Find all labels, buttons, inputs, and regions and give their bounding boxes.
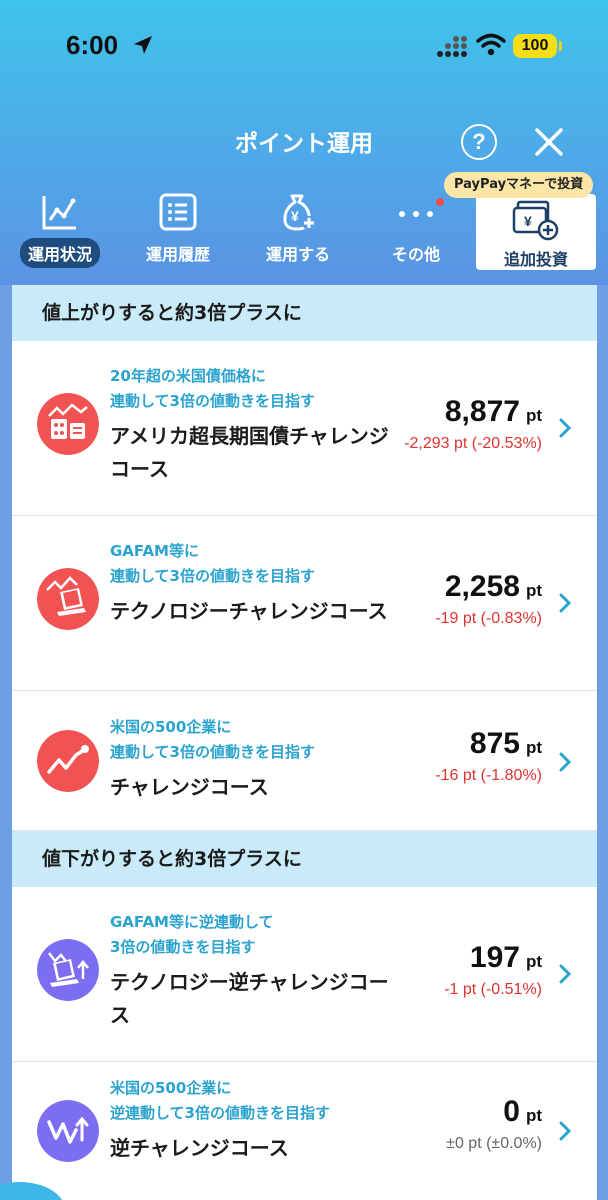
course-card-technology[interactable]: GAFAM等に 連動して3倍の値動きを目指す テクノロジーチャレンジコース 2,…: [12, 516, 597, 691]
course-desc: GAFAM等に逆連動して 3倍の値動きを目指す: [110, 913, 274, 956]
location-arrow-icon: [134, 36, 152, 54]
tab-other[interactable]: その他: [366, 192, 466, 272]
course-change: -19 pt (-0.83%): [435, 610, 542, 627]
content-panel: 値上がりすると約3倍プラスに 20年超の米国債価格に 連動して3倍の値動きを目指…: [12, 285, 597, 1200]
trend-up-icon: [37, 730, 99, 792]
course-points: 0 pt: [503, 1095, 542, 1128]
course-points: 197 pt: [469, 941, 542, 974]
battery-tip: [559, 41, 562, 51]
close-icon[interactable]: [534, 127, 564, 157]
course-points: 2,258 pt: [444, 570, 542, 603]
help-button[interactable]: ?: [461, 124, 497, 160]
course-desc: GAFAM等に 連動して3倍の値動きを目指す: [110, 542, 315, 585]
tab-invest-label: 運用する: [265, 245, 330, 264]
course-name: 逆チャレンジコース: [110, 1136, 289, 1160]
tab-status[interactable]: 運用状況: [10, 192, 110, 272]
chevron-right-icon: [559, 752, 572, 772]
tab-invest[interactable]: ¥ 運用する: [248, 192, 348, 272]
wallet-plus-icon: ¥: [512, 200, 559, 241]
course-name: チャレンジコース: [110, 775, 269, 799]
course-card-technology-reverse[interactable]: GAFAM等に逆連動して 3倍の値動きを目指す テクノロジー逆チャレンジコース …: [12, 887, 597, 1062]
page-title: ポイント運用: [235, 131, 373, 157]
treasury-building-icon: [37, 393, 99, 455]
tab-history[interactable]: 運用履歴: [128, 192, 228, 272]
chevron-right-icon: [559, 418, 572, 438]
tab-status-label: 運用状況: [19, 238, 100, 268]
course-change: -2,293 pt (-20.53%): [404, 435, 542, 452]
add-invest-button[interactable]: ¥ 追加投資: [476, 194, 596, 270]
chevron-right-icon: [559, 593, 572, 613]
course-name: テクノロジーチャレンジコース: [110, 599, 388, 623]
course-change: -16 pt (-1.80%): [435, 767, 542, 784]
notification-dot: [436, 198, 444, 206]
laptop-reverse-icon: [37, 939, 99, 1001]
course-name: アメリカ超長期国債チャレンジコース: [110, 424, 389, 481]
course-desc: 米国の500企業に 連動して3倍の値動きを目指す: [110, 718, 315, 761]
wifi-icon: [476, 33, 506, 56]
status-bar: 6:00 100: [0, 0, 608, 90]
course-points: 8,877 pt: [444, 395, 542, 428]
course-card-us-treasury[interactable]: 20年超の米国債価格に 連動して3倍の値動きを目指す アメリカ超長期国債チャレン…: [12, 341, 597, 516]
trend-reverse-icon: [37, 1100, 99, 1162]
laptop-chart-icon: [37, 568, 99, 630]
svg-text:¥: ¥: [524, 213, 532, 229]
section-header-up: 値上がりすると約3倍プラスに: [12, 285, 597, 341]
add-invest-label: 追加投資: [503, 250, 568, 269]
status-time: 6:00: [66, 30, 119, 60]
more-dots-icon: [399, 211, 433, 217]
battery-indicator: 100: [513, 34, 557, 58]
chevron-right-icon: [559, 1121, 572, 1141]
course-points: 875 pt: [469, 727, 542, 760]
course-change: ±0 pt (±0.0%): [446, 1135, 542, 1152]
course-change: -1 pt (-0.51%): [444, 981, 542, 998]
svg-text:¥: ¥: [291, 208, 299, 224]
course-desc: 米国の500企業に 逆連動して3倍の値動きを目指す: [110, 1079, 330, 1122]
section-header-down: 値下がりすると約3倍プラスに: [12, 831, 597, 887]
course-card-reverse-challenge[interactable]: 米国の500企業に 逆連動して3倍の値動きを目指す 逆チャレンジコース 0 pt …: [12, 1062, 597, 1200]
tab-history-label: 運用履歴: [145, 245, 210, 264]
course-desc: 20年超の米国債価格に 連動して3倍の値動きを目指す: [110, 367, 315, 410]
tab-other-label: その他: [391, 245, 440, 264]
paypay-invest-badge: PayPayマネーで投資: [444, 172, 594, 198]
course-card-challenge[interactable]: 米国の500企業に 連動して3倍の値動きを目指す チャレンジコース 875 pt …: [12, 691, 597, 831]
cellular-signal-icon: [437, 36, 467, 57]
money-bag-plus-icon: ¥: [283, 194, 316, 231]
course-name: テクノロジー逆チャレンジコース: [110, 970, 389, 1027]
chevron-right-icon: [559, 964, 572, 984]
list-icon: [159, 193, 197, 231]
line-chart-icon: [42, 196, 76, 230]
